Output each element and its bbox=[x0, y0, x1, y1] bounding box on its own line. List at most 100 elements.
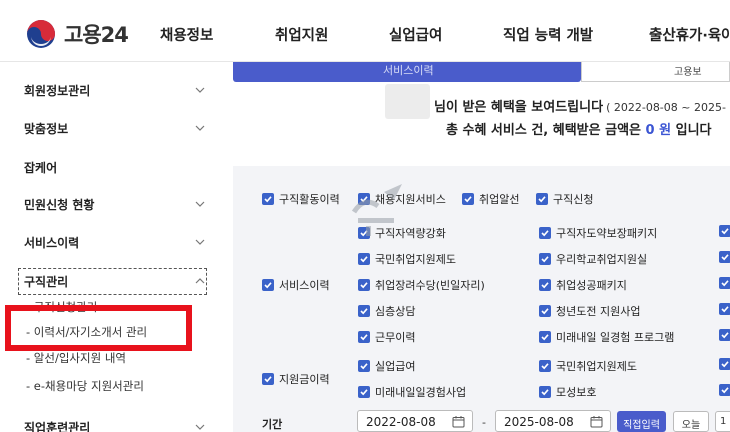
checkbox-label: 취업알선 bbox=[479, 193, 520, 206]
sidebar-item-label: 직업훈련관리 bbox=[24, 420, 91, 432]
summary-total-prefix: 총 수혜 서비스 건, 혜택받은 금액은 bbox=[446, 123, 642, 138]
checkbox-checked-icon bbox=[536, 193, 548, 205]
checkbox-job-activity[interactable]: 구직활동이력 bbox=[262, 191, 340, 207]
checkbox-checked-icon bbox=[719, 384, 730, 396]
sidebar-item-service-history[interactable]: 서비스이력 bbox=[24, 233, 205, 251]
checkbox-service-1[interactable]: 구직자도약보장패키지 bbox=[539, 225, 657, 241]
tab-label: 고용보 bbox=[674, 67, 702, 78]
checkbox-checked-icon bbox=[539, 360, 551, 372]
checkbox-label: 구직신청 bbox=[553, 193, 594, 206]
sidebar-item-job-management[interactable]: 구직관리 bbox=[24, 272, 205, 290]
watermark-icon bbox=[351, 184, 402, 236]
checkbox-label: 지원금이력 bbox=[279, 373, 330, 386]
checkbox-checked-icon bbox=[539, 331, 551, 343]
checkbox-label: 모성보호 bbox=[556, 386, 597, 399]
calendar-icon[interactable] bbox=[590, 415, 603, 428]
checkbox-service-8[interactable]: 근무이력 bbox=[358, 329, 415, 345]
checkbox-subsidy-1[interactable]: 국민취업지원제도 bbox=[539, 358, 637, 374]
checkbox-checked-icon bbox=[358, 279, 370, 291]
summary-headline: 님이 받은 혜택을 보여드립니다( 2022-08-08 ~ 2025- bbox=[434, 96, 726, 115]
date-to-value: 2025-08-08 bbox=[504, 415, 574, 429]
checkbox-checked-icon bbox=[358, 253, 370, 265]
sidebar-item-label: 회원정보관리 bbox=[24, 83, 91, 98]
checkbox-service-2[interactable]: 국민취업지원제도 bbox=[358, 251, 456, 267]
checkbox-partial[interactable] bbox=[719, 277, 730, 289]
checkbox-partial[interactable] bbox=[719, 251, 730, 263]
nav-unemployment-benefit[interactable]: 실업급여 bbox=[389, 24, 442, 45]
chevron-down-icon bbox=[195, 87, 205, 93]
checkbox-checked-icon bbox=[539, 253, 551, 265]
chevron-down-icon bbox=[195, 239, 205, 245]
tab-service-history[interactable]: 서비스이력 bbox=[233, 62, 581, 82]
today-button[interactable]: 오늘 bbox=[673, 411, 709, 432]
nav-employment-support[interactable]: 취업지원 bbox=[275, 24, 328, 45]
summary-amount: 0 원 bbox=[645, 123, 672, 138]
checkbox-subsidy-3[interactable]: 모성보호 bbox=[539, 384, 596, 400]
checkbox-service-9[interactable]: 미래내일 일경험 프로그램 bbox=[539, 329, 674, 345]
sidebar-item-jobcare[interactable]: 잡케어 bbox=[24, 158, 205, 176]
checkbox-service-7[interactable]: 청년도전 지원사업 bbox=[539, 303, 640, 319]
checkbox-service-history[interactable]: 서비스이력 bbox=[262, 277, 330, 293]
checkbox-label: 국민취업지원제도 bbox=[375, 253, 456, 266]
checkbox-label: 우리학교취업지원실 bbox=[556, 253, 648, 266]
summary-headline-text: 님이 받은 혜택을 보여드립니다 bbox=[434, 100, 604, 115]
checkbox-label: 미래내일 일경험 프로그램 bbox=[556, 331, 675, 344]
checkbox-checked-icon bbox=[262, 279, 274, 291]
sub-item-e-recruit-applications[interactable]: - e-채용마당 지원서관리 bbox=[26, 378, 144, 394]
checkbox-checked-icon bbox=[358, 305, 370, 317]
sidebar-item-label: 구직관리 bbox=[24, 274, 69, 289]
checkbox-label: 청년도전 지원사업 bbox=[556, 305, 641, 318]
date-from-input[interactable]: 2022-08-08 bbox=[357, 410, 473, 432]
checkbox-checked-icon bbox=[539, 279, 551, 291]
direct-input-button[interactable]: 직접입력 bbox=[617, 411, 666, 432]
period-preset-button[interactable]: 1 bbox=[715, 411, 730, 432]
checkbox-checked-icon bbox=[719, 251, 730, 263]
checkbox-partial[interactable] bbox=[719, 358, 730, 370]
sidebar-item-civil-status[interactable]: 민원신청 현황 bbox=[24, 195, 205, 213]
nav-job-info[interactable]: 채용정보 bbox=[160, 24, 213, 45]
sidebar-item-custom-info[interactable]: 맞춤정보 bbox=[24, 119, 205, 137]
sidebar-item-training-management[interactable]: 직업훈련관리 bbox=[24, 418, 205, 432]
tab-label: 서비스이력 bbox=[383, 64, 434, 77]
summary-total: 총 수혜 서비스 건, 혜택받은 금액은 0 원 입니다 bbox=[446, 119, 712, 138]
checkbox-partial[interactable] bbox=[719, 225, 730, 237]
checkbox-label: 구직자도약보장패키지 bbox=[556, 227, 658, 240]
checkbox-partial[interactable] bbox=[719, 303, 730, 315]
nav-skills-development[interactable]: 직업 능력 개발 bbox=[503, 24, 593, 45]
checkbox-partial[interactable] bbox=[719, 329, 730, 341]
checkbox-job-application[interactable]: 구직신청 bbox=[536, 191, 593, 207]
nav-maternity-leave[interactable]: 출산휴가·육아 bbox=[649, 24, 730, 45]
tab-employment-insurance[interactable]: 고용보 bbox=[581, 62, 730, 82]
checkbox-label: 국민취업지원제도 bbox=[556, 360, 637, 373]
checkbox-checked-icon bbox=[719, 225, 730, 237]
checkbox-checked-icon bbox=[358, 386, 370, 398]
sidebar-item-member-info[interactable]: 회원정보관리 bbox=[24, 81, 205, 99]
date-from-value: 2022-08-08 bbox=[366, 415, 436, 429]
checkbox-service-4[interactable]: 취업장려수당(빈일자리) bbox=[358, 277, 485, 293]
checkbox-partial[interactable] bbox=[719, 384, 730, 396]
sub-item-placement-history[interactable]: - 알선/입사지원 내역 bbox=[26, 350, 126, 366]
sidebar-item-label: 서비스이력 bbox=[24, 235, 80, 250]
checkbox-checked-icon bbox=[719, 358, 730, 370]
checkbox-checked-icon bbox=[539, 386, 551, 398]
period-label: 기간 bbox=[262, 418, 283, 431]
sidebar-item-label: 맞춤정보 bbox=[24, 121, 69, 136]
checkbox-label: 근무이력 bbox=[375, 331, 416, 344]
checkbox-subsidy-0[interactable]: 실업급여 bbox=[358, 358, 415, 374]
chevron-down-icon bbox=[195, 424, 205, 430]
calendar-icon[interactable] bbox=[452, 415, 465, 428]
date-to-input[interactable]: 2025-08-08 bbox=[495, 410, 611, 432]
checkbox-checked-icon bbox=[358, 360, 370, 372]
chevron-up-icon bbox=[195, 278, 205, 284]
checkbox-subsidy-history[interactable]: 지원금이력 bbox=[262, 371, 330, 387]
checkbox-label: 취업장려수당(빈일자리) bbox=[375, 279, 485, 292]
checkbox-checked-icon bbox=[539, 227, 551, 239]
checkbox-job-placement[interactable]: 취업알선 bbox=[462, 191, 519, 207]
checkbox-service-6[interactable]: 심층상담 bbox=[358, 303, 415, 319]
checkbox-service-5[interactable]: 취업성공패키지 bbox=[539, 277, 627, 293]
chevron-down-icon bbox=[195, 201, 205, 207]
checkbox-service-3[interactable]: 우리학교취업지원실 bbox=[539, 251, 647, 267]
checkbox-checked-icon bbox=[262, 373, 274, 385]
site-logo[interactable]: 고용24 bbox=[26, 19, 129, 49]
checkbox-subsidy-2[interactable]: 미래내일일경험사업 bbox=[358, 384, 466, 400]
